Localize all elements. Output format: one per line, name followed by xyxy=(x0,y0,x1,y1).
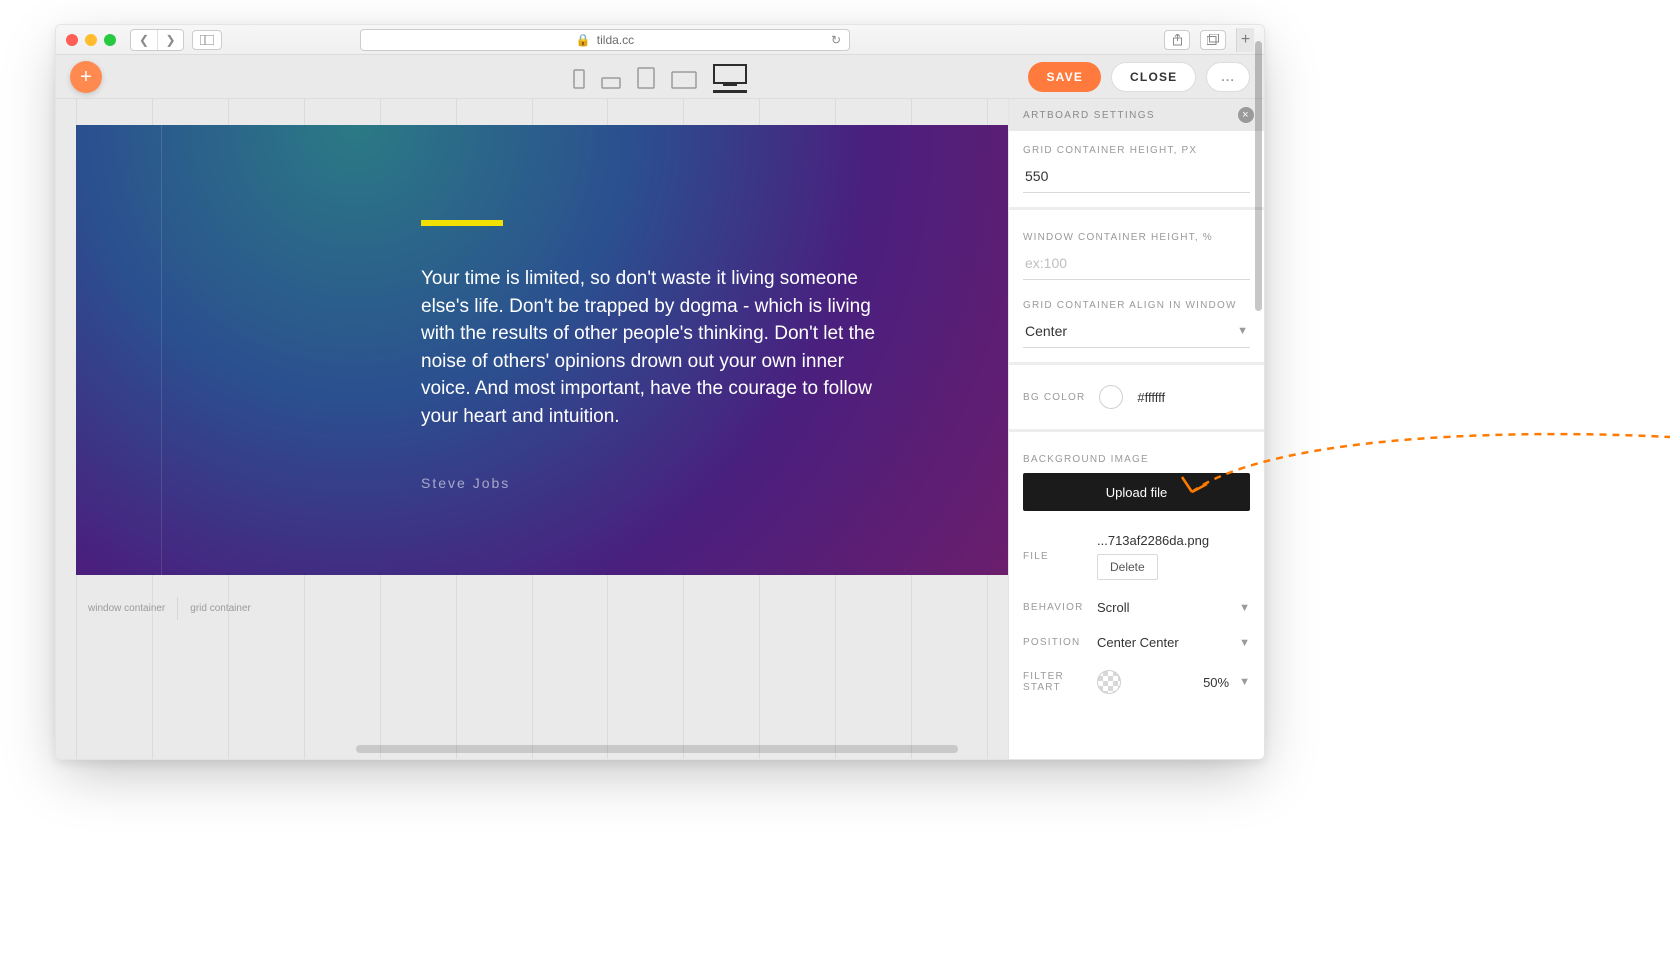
bgcolor-value[interactable]: #ffffff xyxy=(1137,390,1165,405)
maximize-window-icon[interactable] xyxy=(104,34,116,46)
chevron-down-icon: ▼ xyxy=(1239,676,1250,688)
close-window-icon[interactable] xyxy=(66,34,78,46)
window-height-label: WINDOW CONTAINER HEIGHT, % xyxy=(1023,232,1250,243)
device-phone-landscape-icon[interactable] xyxy=(601,77,621,89)
device-switcher xyxy=(573,64,747,89)
close-button[interactable]: CLOSE xyxy=(1111,62,1196,92)
back-button[interactable]: ❮ xyxy=(131,30,157,50)
window-controls xyxy=(66,34,116,46)
forward-button[interactable]: ❯ xyxy=(157,30,183,50)
device-tablet-landscape-icon[interactable] xyxy=(671,71,697,89)
quote-author[interactable]: Steve Jobs xyxy=(421,475,510,491)
lock-icon: 🔒 xyxy=(576,33,591,47)
filter-start-label: FILTER START xyxy=(1023,671,1087,693)
tab-window-container[interactable]: window container xyxy=(76,597,177,620)
position-value[interactable]: Center Center xyxy=(1097,635,1229,650)
minimize-window-icon[interactable] xyxy=(85,34,97,46)
panel-title: ARTBOARD SETTINGS xyxy=(1023,110,1155,121)
browser-titlebar: ❮ ❯ 🔒 tilda.cc ↻ + xyxy=(56,25,1264,55)
save-button[interactable]: SAVE xyxy=(1028,62,1101,92)
file-label: FILE xyxy=(1023,551,1087,562)
grid-height-label: GRID CONTAINER HEIGHT, PX xyxy=(1023,145,1250,156)
canvas-area[interactable]: Your time is limited, so don't waste it … xyxy=(56,99,1008,759)
align-value: Center xyxy=(1025,323,1067,339)
behavior-label: BEHAVIOR xyxy=(1023,602,1087,613)
device-phone-icon[interactable] xyxy=(573,69,585,89)
device-tablet-icon[interactable] xyxy=(637,67,655,89)
chevron-down-icon: ▼ xyxy=(1237,325,1248,337)
app-toolbar: + SAVE CLOSE ... xyxy=(56,55,1264,99)
guide-line xyxy=(161,125,162,575)
device-desktop-icon[interactable] xyxy=(713,64,747,93)
grid-height-input[interactable] xyxy=(1023,164,1250,193)
share-icon[interactable] xyxy=(1164,30,1190,50)
chevron-down-icon: ▼ xyxy=(1239,637,1250,649)
panel-header: ARTBOARD SETTINGS × xyxy=(1009,99,1264,131)
new-tab-button[interactable]: + xyxy=(1236,28,1254,52)
tabs-icon[interactable] xyxy=(1200,30,1226,50)
align-label: GRID CONTAINER ALIGN IN WINDOW xyxy=(1023,300,1250,311)
bgimage-label: BACKGROUND IMAGE xyxy=(1023,454,1250,465)
behavior-value[interactable]: Scroll xyxy=(1097,600,1229,615)
sidebar-toggle[interactable] xyxy=(192,30,222,50)
artboard[interactable]: Your time is limited, so don't waste it … xyxy=(76,125,1008,575)
window-height-input[interactable] xyxy=(1023,251,1250,280)
workspace: Your time is limited, so don't waste it … xyxy=(56,99,1264,759)
file-value: ...713af2286da.png xyxy=(1097,533,1250,548)
settings-panel: ARTBOARD SETTINGS × GRID CONTAINER HEIGH… xyxy=(1008,99,1264,759)
horizontal-scrollbar[interactable] xyxy=(356,745,958,753)
close-panel-icon[interactable]: × xyxy=(1238,107,1254,123)
add-block-button[interactable]: + xyxy=(70,61,102,93)
bgcolor-swatch[interactable] xyxy=(1099,385,1123,409)
browser-window: ❮ ❯ 🔒 tilda.cc ↻ + + xyxy=(55,24,1265,760)
position-label: POSITION xyxy=(1023,637,1087,648)
bgcolor-label: BG COLOR xyxy=(1023,392,1085,403)
filter-start-value[interactable]: 50% xyxy=(1131,675,1229,690)
filter-swatch[interactable] xyxy=(1097,670,1121,694)
url-host: tilda.cc xyxy=(597,33,634,47)
tab-grid-container[interactable]: grid container xyxy=(177,597,263,620)
align-select[interactable]: Center ▼ xyxy=(1023,319,1250,348)
address-bar[interactable]: 🔒 tilda.cc ↻ xyxy=(360,29,850,51)
reload-icon[interactable]: ↻ xyxy=(831,33,841,47)
chevron-down-icon: ▼ xyxy=(1239,602,1250,614)
panel-scrollbar[interactable] xyxy=(1255,99,1262,311)
more-button[interactable]: ... xyxy=(1206,62,1250,92)
quote-text[interactable]: Your time is limited, so don't waste it … xyxy=(421,265,891,430)
accent-bar[interactable] xyxy=(421,220,503,226)
nav-buttons: ❮ ❯ xyxy=(130,29,184,51)
upload-file-button[interactable]: Upload file xyxy=(1023,473,1250,511)
delete-file-button[interactable]: Delete xyxy=(1097,554,1158,580)
container-tabs: window container grid container xyxy=(76,597,263,620)
